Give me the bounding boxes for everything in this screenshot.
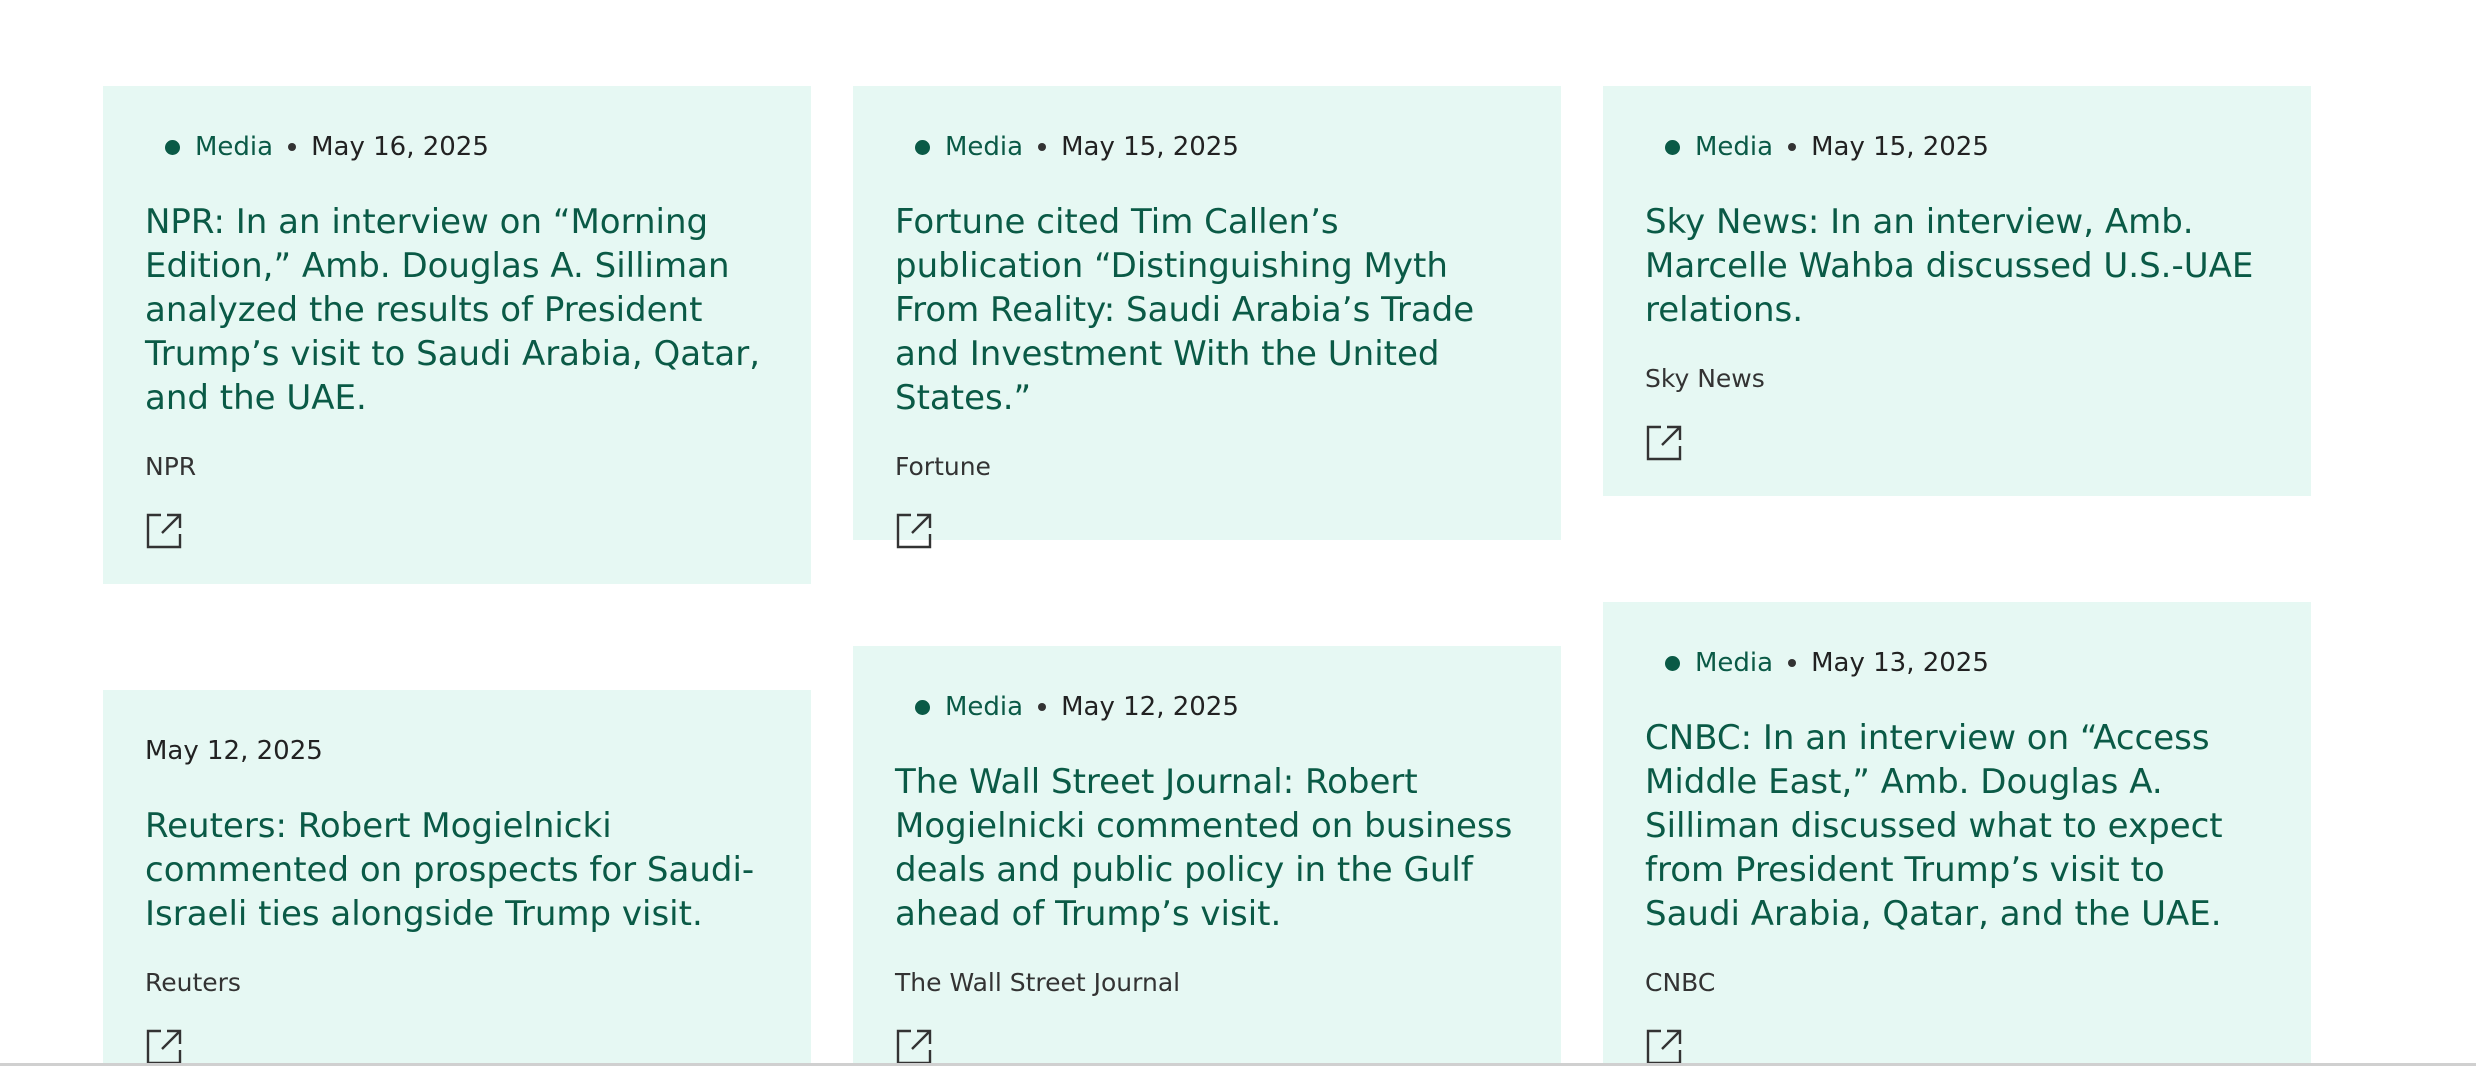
card-meta: Media May 13, 2025: [1645, 645, 2269, 681]
external-link-icon[interactable]: [1645, 424, 1683, 462]
separator-dot-icon: [1038, 143, 1047, 151]
card-date: May 12, 2025: [145, 736, 323, 766]
separator-dot-icon: [1788, 143, 1797, 151]
card-title[interactable]: The Wall Street Journal: Robert Mogielni…: [895, 760, 1519, 936]
card-source: CNBC: [1645, 968, 1716, 997]
card-title[interactable]: Fortune cited Tim Callen’s publication “…: [895, 200, 1519, 420]
article-card[interactable]: Media May 15, 2025 Fortune cited Tim Cal…: [853, 86, 1561, 549]
external-link-icon[interactable]: [895, 1028, 933, 1066]
tag-dot-icon: [1665, 139, 1680, 155]
tag-dot-icon: [1665, 655, 1680, 671]
card-title[interactable]: CNBC: In an interview on “Access Middle …: [1645, 716, 2269, 936]
card-title[interactable]: Sky News: In an interview, Amb. Marcelle…: [1645, 200, 2269, 332]
card-tag[interactable]: Media: [945, 692, 1023, 722]
tag-dot-icon: [915, 139, 930, 155]
card-title[interactable]: NPR: In an interview on “Morning Edition…: [145, 200, 769, 420]
card-source: NPR: [145, 452, 197, 481]
separator-dot-icon: [1038, 703, 1047, 711]
article-card[interactable]: Media May 12, 2025 The Wall Street Journ…: [853, 646, 1561, 1066]
external-link-icon[interactable]: [895, 512, 933, 550]
card-source: Reuters: [145, 968, 241, 997]
tag-dot-icon: [165, 139, 180, 155]
card-title[interactable]: Reuters: Robert Mogielnicki commented on…: [145, 804, 769, 936]
card-tag[interactable]: Media: [195, 132, 273, 162]
card-date: May 15, 2025: [1811, 132, 1989, 162]
card-date: May 12, 2025: [1061, 692, 1239, 722]
page: Media May 16, 2025 NPR: In an interview …: [0, 0, 2476, 1066]
card-meta: Media May 15, 2025: [895, 129, 1519, 165]
tag-dot-icon: [915, 699, 930, 715]
card-tag[interactable]: Media: [1695, 648, 1773, 678]
card-meta: Media May 15, 2025: [1645, 129, 2269, 165]
article-card[interactable]: Media May 16, 2025 NPR: In an interview …: [103, 86, 811, 584]
card-date: May 13, 2025: [1811, 648, 1989, 678]
separator-dot-icon: [1788, 659, 1797, 667]
article-card[interactable]: Media May 15, 2025 Sky News: In an inter…: [1603, 86, 2311, 496]
external-link-icon[interactable]: [145, 512, 183, 550]
card-source: Fortune: [895, 452, 991, 481]
article-card[interactable]: May 12, 2025 Reuters: Robert Mogielnicki…: [103, 690, 811, 1066]
card-source: The Wall Street Journal: [895, 968, 1181, 997]
card-source: Sky News: [1645, 364, 1765, 393]
card-meta: Media May 12, 2025: [895, 689, 1519, 725]
external-link-icon[interactable]: [1645, 1028, 1683, 1066]
card-meta: Media May 16, 2025: [145, 129, 769, 165]
card-meta: May 12, 2025: [145, 733, 769, 769]
card-tag[interactable]: Media: [1695, 132, 1773, 162]
card-date: May 15, 2025: [1061, 132, 1239, 162]
separator-dot-icon: [288, 143, 297, 151]
external-link-icon[interactable]: [145, 1028, 183, 1066]
article-card[interactable]: Media May 13, 2025 CNBC: In an interview…: [1603, 602, 2311, 1066]
card-tag[interactable]: Media: [945, 132, 1023, 162]
card-date: May 16, 2025: [311, 132, 489, 162]
